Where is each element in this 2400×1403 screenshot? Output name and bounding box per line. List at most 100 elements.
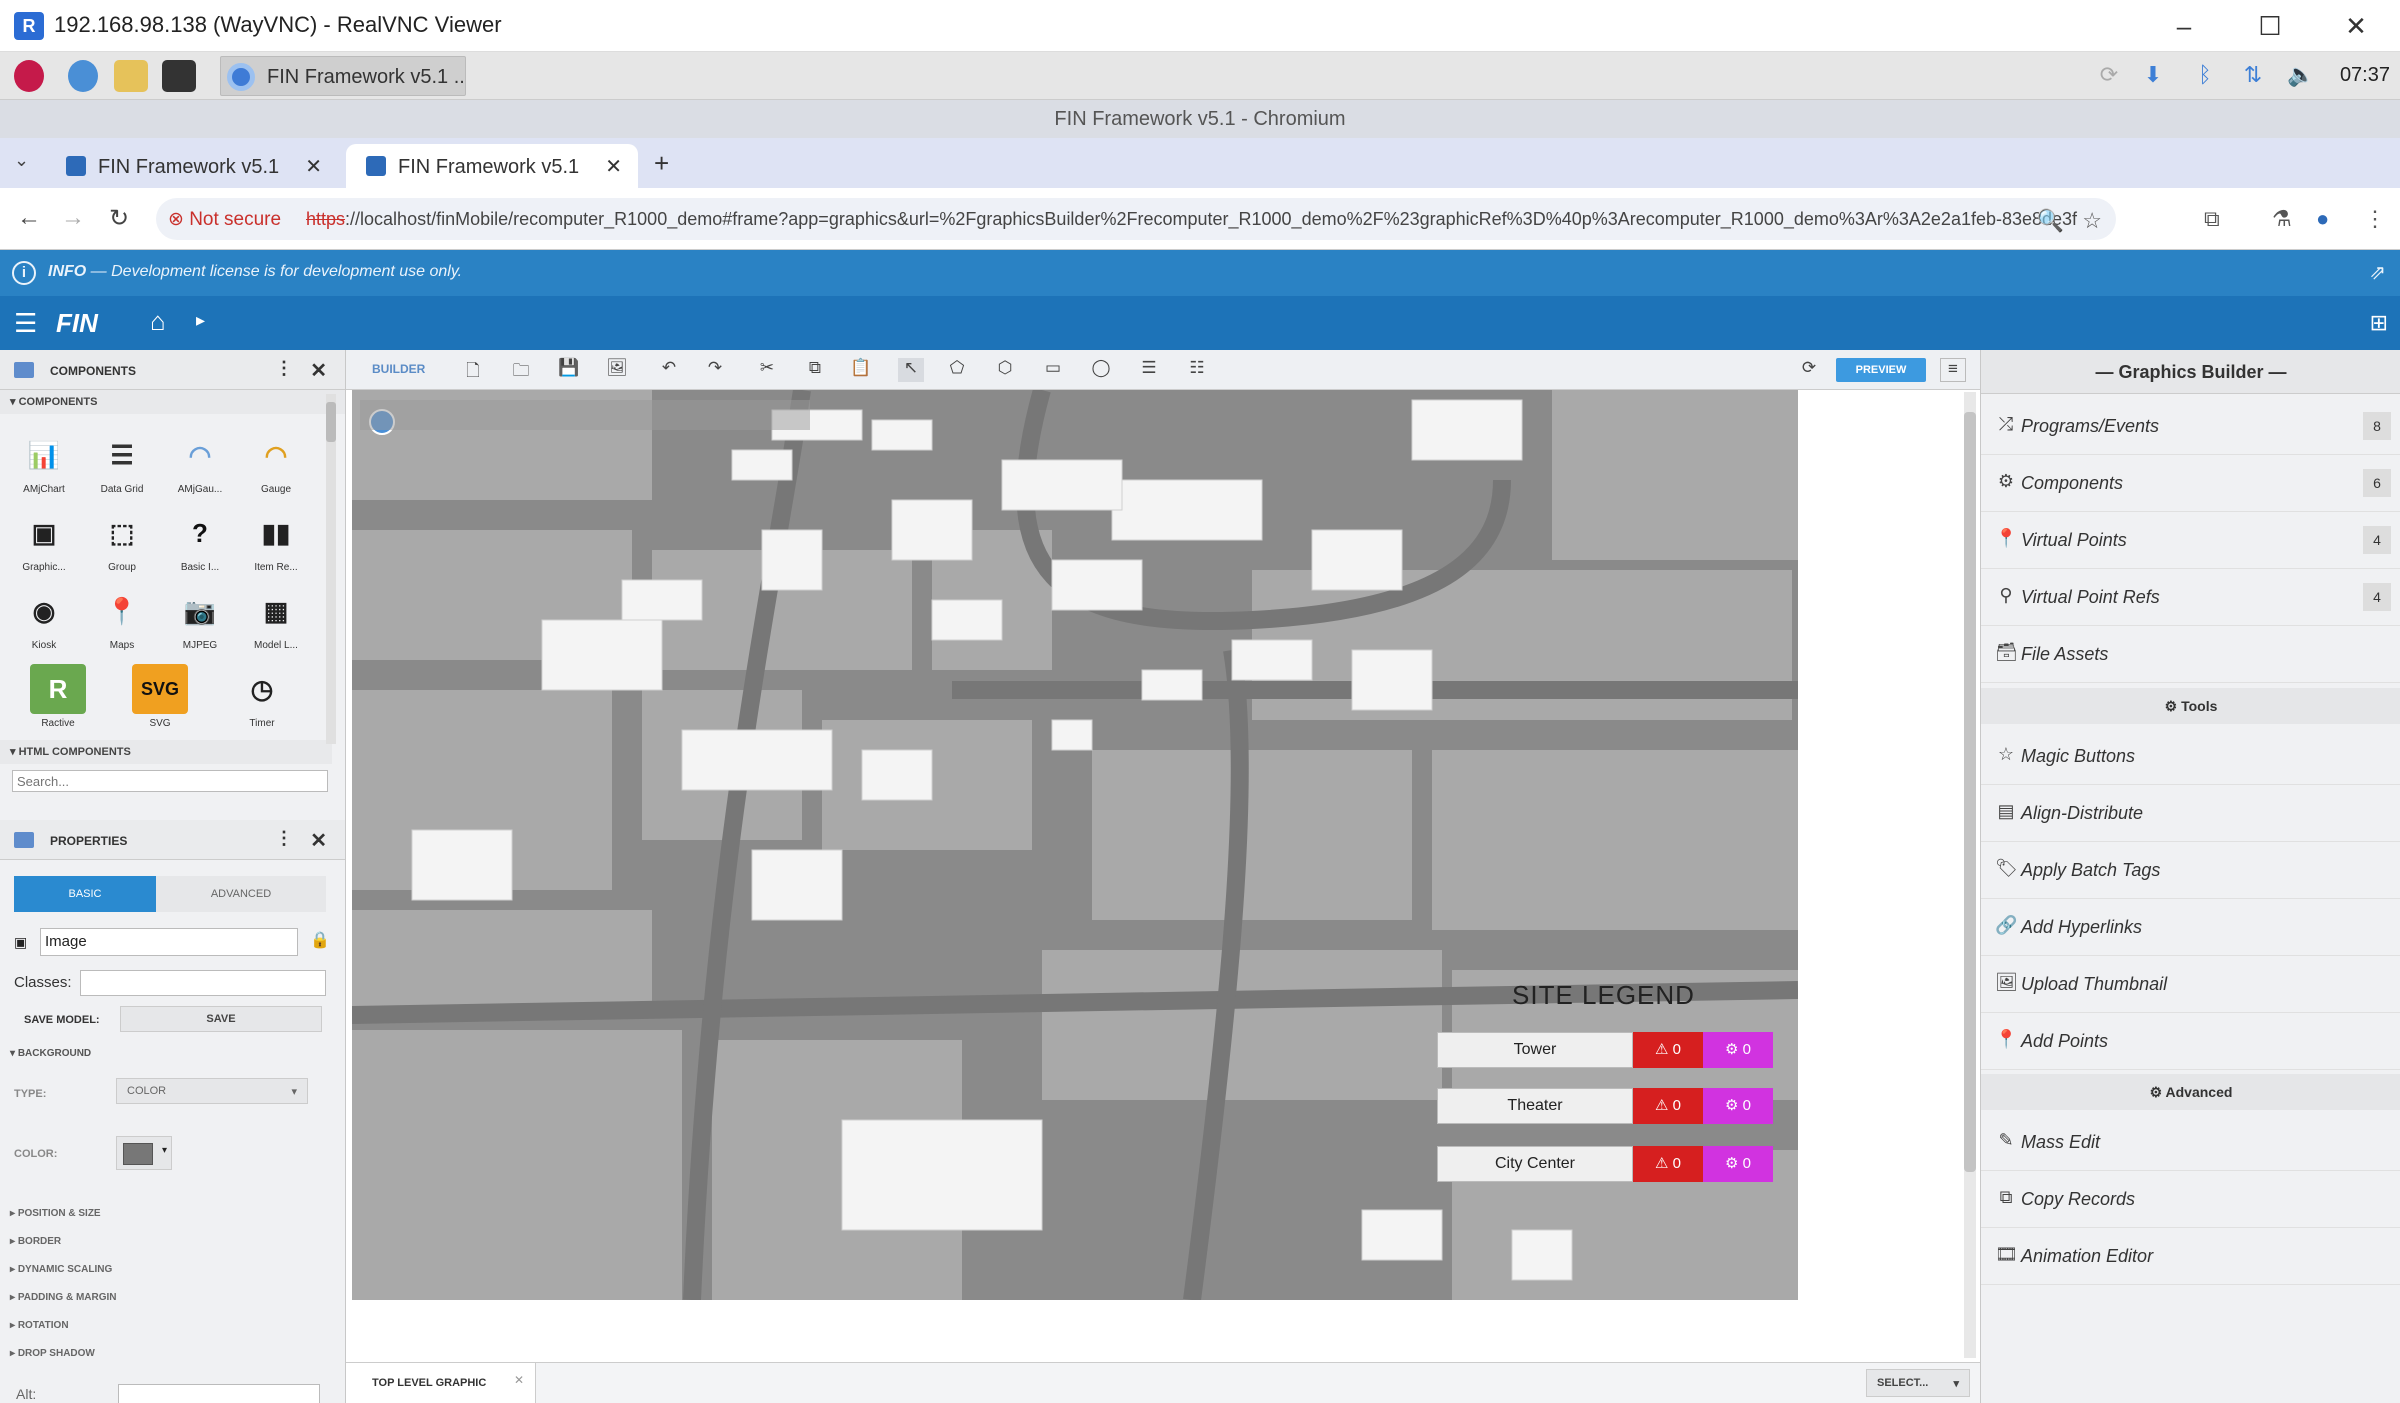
component-name-field[interactable]: Image [40, 928, 298, 956]
status-badge[interactable]: ⚙ 0 [1703, 1032, 1773, 1068]
tab-advanced[interactable]: ADVANCED [156, 876, 326, 912]
border-section[interactable]: ▸ BORDER [10, 1236, 61, 1247]
panel-menu-icon[interactable]: ⋮ [275, 828, 293, 849]
new-file-icon[interactable]: 🗋 [460, 358, 486, 382]
padding-margin-section[interactable]: ▸ PADDING & MARGIN [10, 1292, 117, 1303]
cut-icon[interactable]: ✂ [754, 358, 780, 382]
paste-icon[interactable]: 📋 [848, 358, 874, 382]
component-amjchart[interactable]: 📊 AMjChart [10, 430, 78, 495]
ellipse-icon[interactable]: ◯ [1088, 358, 1114, 382]
tab-search-chevron-icon[interactable]: ⌄ [14, 150, 29, 171]
classes-input[interactable] [80, 970, 326, 996]
polygon-icon[interactable]: ⬠ [944, 358, 970, 382]
legend-row-theater[interactable]: Theater ⚠ 0 ⚙ 0 [1437, 1088, 1773, 1124]
open-folder-icon[interactable]: 🗀 [508, 358, 534, 382]
gb-tool-align-distribute[interactable]: ▤ Align-Distribute [1981, 785, 2400, 842]
rectangle-icon[interactable]: ▭ [1040, 358, 1066, 382]
component-kiosk[interactable]: ◉ Kiosk [10, 586, 78, 651]
browser-tab-1[interactable]: FIN Framework v5.1 ✕ [46, 144, 338, 188]
gb-adv-copy-records[interactable]: ⧉ Copy Records [1981, 1171, 2400, 1228]
gb-tool-magic-buttons[interactable]: ☆ Magic Buttons [1981, 728, 2400, 785]
forward-icon[interactable]: → [58, 204, 88, 232]
gb-adv-mass-edit[interactable]: ✎ Mass Edit [1981, 1114, 2400, 1171]
component-model-layout[interactable]: ▦ Model L... [242, 586, 310, 651]
select-dropdown[interactable]: SELECT... ▾ [1866, 1369, 1970, 1397]
refresh-icon[interactable]: ⟳ [1796, 358, 1822, 382]
terminal-icon[interactable] [162, 60, 196, 92]
copy-icon[interactable]: ⧉ [802, 358, 828, 382]
drop-shadow-section[interactable]: ▸ DROP SHADOW [10, 1348, 95, 1359]
component-gauge[interactable]: ◠ Gauge [242, 430, 310, 495]
gb-tool-add-hyperlinks[interactable]: 🔗 Add Hyperlinks [1981, 899, 2400, 956]
gb-item-virtual-point-refs[interactable]: ⚲ Virtual Point Refs 4 [1981, 569, 2400, 626]
image-gallery-icon[interactable]: 🖼 [604, 358, 630, 382]
component-mjpeg[interactable]: 📷 MJPEG [166, 586, 234, 651]
component-amjgauge[interactable]: ◠ AMjGau... [166, 430, 234, 495]
panel-close-icon[interactable]: ✕ [310, 828, 327, 853]
menu-dots-icon[interactable]: ⋮ [2364, 206, 2386, 232]
labs-icon[interactable]: ⚗ [2272, 206, 2292, 232]
component-search-input[interactable] [12, 770, 328, 792]
back-icon[interactable]: ← [14, 204, 44, 232]
sync-icon[interactable]: ⟳ [2094, 62, 2124, 90]
maximize-icon[interactable]: ☐ [2248, 10, 2292, 42]
gb-tool-apply-batch-tags[interactable]: 🏷 Apply Batch Tags [1981, 842, 2400, 899]
breadcrumb-caret-icon[interactable]: ▸ [196, 310, 205, 331]
preview-button[interactable]: PREVIEW [1836, 358, 1926, 382]
save-button[interactable]: SAVE [120, 1006, 322, 1032]
gb-tool-add-points[interactable]: 📍 Add Points [1981, 1013, 2400, 1070]
rotation-section[interactable]: ▸ ROTATION [10, 1320, 69, 1331]
apps-grid-icon[interactable]: ⊞ [2370, 310, 2388, 336]
profile-icon[interactable]: ● [2316, 206, 2329, 232]
component-timer[interactable]: ◷ Timer [228, 664, 296, 729]
gb-item-components[interactable]: ⚙ Components 6 [1981, 455, 2400, 512]
background-section-header[interactable]: ▾ BACKGROUND [10, 1048, 91, 1059]
reload-icon[interactable]: ↻ [104, 204, 134, 233]
html-components-section-header[interactable]: ▾ HTML COMPONENTS [0, 740, 332, 764]
component-graphic[interactable]: ▣ Graphic... [10, 508, 78, 573]
not-secure-indicator[interactable]: ⊗ Not secure [168, 208, 281, 231]
zoom-icon[interactable]: 🔍 [2037, 208, 2064, 234]
graphics-canvas[interactable]: SITE LEGEND Tower ⚠ 0 ⚙ 0 Theater ⚠ 0 ⚙ … [352, 390, 1798, 1300]
tab-close-icon[interactable]: ✕ [305, 154, 322, 179]
lock-icon[interactable]: 🔒 [310, 930, 330, 950]
address-bar[interactable]: ⊗ Not secure https://localhost/finMobile… [156, 198, 2116, 240]
bluetooth-icon[interactable]: ᛒ [2190, 62, 2220, 90]
taskbar-app-chromium[interactable]: FIN Framework v5.1 .. [220, 56, 466, 96]
tab-top-level-graphic[interactable]: TOP LEVEL GRAPHIC ✕ [346, 1363, 536, 1403]
components-scrollbar[interactable] [326, 394, 336, 744]
volume-icon[interactable]: 🔈 [2286, 62, 2316, 90]
canvas-scrollbar[interactable] [1964, 392, 1976, 1358]
alarm-badge[interactable]: ⚠ 0 [1633, 1032, 1703, 1068]
undo-icon[interactable]: ↶ [656, 358, 682, 382]
component-data-grid[interactable]: ☰ Data Grid [88, 430, 156, 495]
save-icon[interactable]: 💾 [556, 358, 582, 382]
status-badge[interactable]: ⚙ 0 [1703, 1088, 1773, 1124]
gb-tool-upload-thumbnail[interactable]: 🖼 Upload Thumbnail [1981, 956, 2400, 1013]
share-icon[interactable]: ⇗ [2369, 260, 2386, 285]
scroll-thumb[interactable] [1964, 412, 1976, 1172]
gb-item-virtual-points[interactable]: 📍 Virtual Points 4 [1981, 512, 2400, 569]
fin-logo[interactable]: FIN [56, 308, 124, 338]
position-size-section[interactable]: ▸ POSITION & SIZE [10, 1208, 101, 1219]
extensions-icon[interactable]: ⧉ [2204, 206, 2220, 232]
panel-close-icon[interactable]: ✕ [310, 358, 327, 383]
component-ractive[interactable]: R Ractive [24, 664, 92, 729]
browser-tab-2[interactable]: FIN Framework v5.1 ✕ [346, 144, 638, 188]
component-item-repeater[interactable]: ▮▮ Item Re... [242, 508, 310, 573]
raspberry-menu-icon[interactable] [14, 60, 44, 92]
new-tab-icon[interactable]: + [654, 148, 669, 179]
component-svg[interactable]: SVG SVG [126, 664, 194, 729]
scroll-thumb[interactable] [326, 402, 336, 442]
legend-row-city-center[interactable]: City Center ⚠ 0 ⚙ 0 [1437, 1146, 1773, 1182]
polyline-icon[interactable]: ⬡ [992, 358, 1018, 382]
color-picker[interactable]: ▾ [116, 1136, 172, 1170]
alarm-badge[interactable]: ⚠ 0 [1633, 1088, 1703, 1124]
dynamic-scaling-section[interactable]: ▸ DYNAMIC SCALING [10, 1264, 112, 1275]
gb-item-file-assets[interactable]: 🗃 File Assets [1981, 626, 2400, 683]
legend-row-tower[interactable]: Tower ⚠ 0 ⚙ 0 [1437, 1032, 1773, 1068]
component-maps[interactable]: 📍 Maps [88, 586, 156, 651]
component-basic-info[interactable]: ? Basic I... [166, 508, 234, 573]
component-group[interactable]: ⬚ Group [88, 508, 156, 573]
folder-icon[interactable] [114, 60, 148, 92]
